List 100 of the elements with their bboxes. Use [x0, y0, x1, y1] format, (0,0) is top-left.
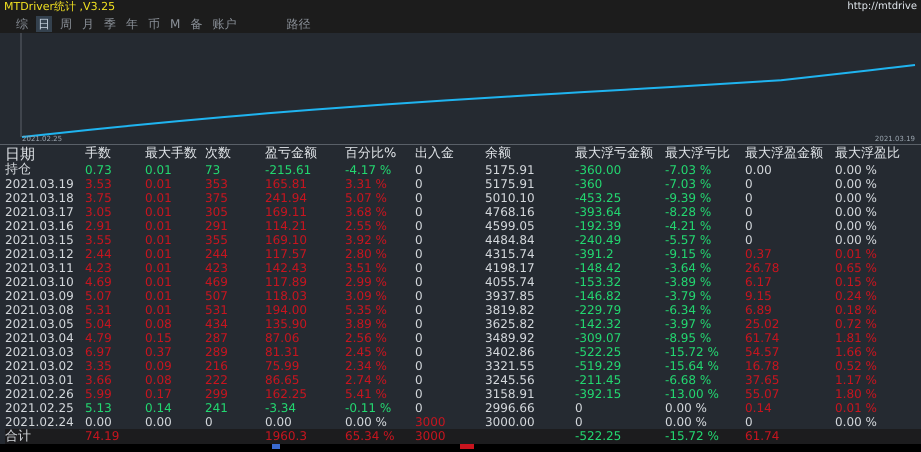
tab[interactable]: 周 — [58, 16, 74, 32]
tab[interactable]: 月 — [80, 16, 96, 32]
table-cell-text: 114.21 — [265, 219, 308, 233]
column-header: 最大手数 — [145, 145, 198, 163]
row-label: 2021.02.24 — [5, 415, 75, 429]
table-cell-text: 0.00 — [85, 415, 113, 429]
table-cell-text: 37.65 — [745, 373, 780, 387]
column-header: 百分比% — [345, 145, 398, 163]
table-cell-text: -146.82 — [575, 289, 622, 303]
row-label: 2021.03.11 — [5, 261, 75, 275]
table-cell-text: 0.73 — [85, 163, 113, 177]
table-cell-text: 2.55 % — [345, 219, 388, 233]
row-label: 2021.02.25 — [5, 401, 75, 415]
table-cell-text: -360 — [575, 177, 604, 191]
table-cell-text: -309.07 — [575, 331, 622, 345]
tab[interactable]: M — [168, 16, 182, 32]
row-label: 2021.03.16 — [5, 219, 75, 233]
table-cell-text: -15.72 % — [665, 345, 720, 359]
table-cell-text: 0.24 % — [835, 289, 878, 303]
table-cell-text: 0.00 % — [665, 415, 708, 429]
table-cell-text: 0.01 — [145, 233, 173, 247]
tab[interactable]: 币 — [146, 16, 162, 32]
table-cell-text: -142.32 — [575, 317, 622, 331]
table-cell-text: 3.89 % — [345, 317, 388, 331]
table-cell-text: 65.34 % — [345, 429, 396, 444]
window-title: MTDriver统计 ,V3.25 — [4, 0, 116, 14]
table-cell-text: 0.01 — [145, 177, 173, 191]
taskbar-icon[interactable] — [272, 444, 280, 449]
column-header: 最大浮盈金额 — [745, 145, 824, 163]
table-cell-text: -8.95 % — [665, 331, 712, 345]
table-cell-text: 0.37 — [745, 247, 773, 261]
table-cell-text: 2996.66 — [485, 401, 536, 415]
row-label: 持仓 — [5, 163, 32, 177]
table-cell-text: 3.75 — [85, 191, 113, 205]
table-cell-text: -3.89 % — [665, 275, 712, 289]
table-cell-text: 2.44 — [85, 247, 113, 261]
table-cell-text: -13.00 % — [665, 387, 720, 401]
table-cell-text: 0.01 — [145, 261, 173, 275]
table-cell-text: 0 — [415, 289, 424, 303]
table-cell-text: 4055.74 — [485, 275, 536, 289]
website-link[interactable]: http://mtdrive — [847, 0, 917, 14]
table-cell-text: 73 — [205, 163, 222, 177]
tab[interactable]: 年 — [124, 16, 140, 32]
table-cell-text: 3.05 — [85, 205, 113, 219]
table-cell-text: 81.31 — [265, 345, 300, 359]
table-cell-text: 0.52 % — [835, 359, 878, 373]
table-cell-text: 0.08 — [145, 317, 173, 331]
column-header: 日期 — [5, 145, 36, 163]
table-cell-text: 0.01 — [145, 163, 173, 177]
table-cell-text: 0 — [575, 415, 584, 429]
table-cell-text: 1.81 % — [835, 331, 878, 345]
row-label: 2021.03.19 — [5, 177, 75, 191]
table-cell-text: 0 — [415, 247, 424, 261]
taskbar-icon[interactable] — [460, 444, 474, 449]
table-cell-text: -0.11 % — [345, 401, 392, 415]
table-cell-text: 0 — [575, 401, 584, 415]
table-cell-text: 0.01 — [145, 247, 173, 261]
table-cell-text: 0.01 — [145, 191, 173, 205]
table-cell-text: 6.89 — [745, 303, 773, 317]
table-cell-text: -391.2 — [575, 247, 615, 261]
table-cell-text: 6.97 — [85, 345, 113, 359]
table-cell-text: -522.25 — [575, 345, 622, 359]
tab[interactable]: 账户 — [210, 16, 238, 32]
table-cell-text: 0.00 — [145, 415, 173, 429]
tab[interactable]: 综 — [14, 16, 30, 32]
table-cell-text: 0 — [415, 303, 424, 317]
tab[interactable]: 路径 — [284, 16, 312, 32]
table-cell-text: 0 — [415, 233, 424, 247]
table-cell-text: 3402.86 — [485, 345, 536, 359]
table-cell-text: 0.17 — [145, 387, 173, 401]
table-cell-text: 5.13 — [85, 401, 113, 415]
table-cell-text: 0 — [415, 261, 424, 275]
table-cell-text: -15.72 % — [665, 429, 720, 444]
table-cell-text: 4.69 — [85, 275, 113, 289]
table-cell-text: 0 — [415, 373, 424, 387]
table-cell-text: 0 — [415, 387, 424, 401]
table-cell-text: 3000 — [415, 429, 447, 444]
table-cell-text: 0 — [415, 359, 424, 373]
table-cell-text: 16.78 — [745, 359, 780, 373]
table-cell-text: 3625.82 — [485, 317, 536, 331]
table-cell-text: 0.09 — [145, 359, 173, 373]
tab[interactable]: 季 — [102, 16, 118, 32]
table-cell-text: 0.01 — [145, 219, 173, 233]
table-cell-text: 169.10 — [265, 233, 308, 247]
column-header: 最大浮亏比 — [665, 145, 731, 163]
table-cell-text: 5.35 % — [345, 303, 388, 317]
table-cell-text: 3000 — [415, 415, 447, 429]
row-label: 合计 — [5, 429, 32, 444]
table-cell-text: 3.55 — [85, 233, 113, 247]
table-cell-text: 117.89 — [265, 275, 308, 289]
table-cell-text: 375 — [205, 191, 229, 205]
table-cell-text: 0.00 % — [835, 177, 878, 191]
tab[interactable]: 备 — [188, 16, 204, 32]
table-cell-text: 26.78 — [745, 261, 780, 275]
table-cell-text: 5175.91 — [485, 163, 536, 177]
table-cell-text: -148.42 — [575, 261, 622, 275]
tab[interactable]: 日 — [36, 16, 52, 32]
table-cell-text: 3.09 % — [345, 289, 388, 303]
row-label: 2021.03.10 — [5, 275, 75, 289]
table-cell-text: 2.99 % — [345, 275, 388, 289]
